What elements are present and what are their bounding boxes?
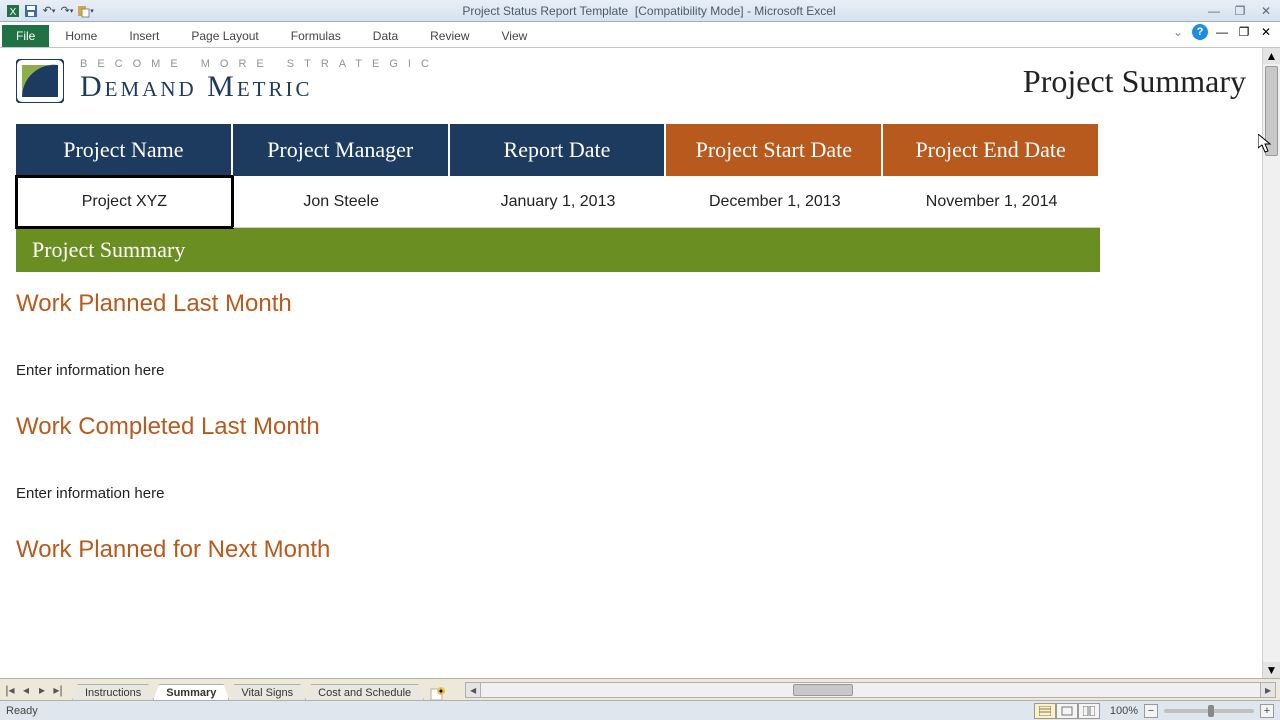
tab-nav-first[interactable]: |◂	[2, 682, 18, 698]
col-header-project-name: Project Name	[16, 124, 233, 176]
redo-icon[interactable]: ↷▾	[58, 2, 76, 20]
cell-start-date[interactable]: December 1, 2013	[666, 176, 883, 228]
tab-home[interactable]: Home	[49, 25, 113, 47]
tab-page-layout[interactable]: Page Layout	[175, 25, 274, 47]
zoom-knob[interactable]	[1208, 705, 1214, 717]
section-title-planned-next: Work Planned for Next Month	[16, 536, 1246, 564]
help-icon[interactable]: ?	[1192, 24, 1208, 40]
section-title-completed-last: Work Completed Last Month	[16, 413, 1246, 441]
sheet-tab-summary[interactable]: Summary	[153, 684, 229, 701]
tab-review[interactable]: Review	[414, 25, 485, 47]
hscroll-right-button[interactable]: ▸	[1260, 682, 1276, 698]
sheet-tab-bar: |◂ ◂ ▸ ▸| Instructions Summary Vital Sig…	[0, 678, 1280, 700]
col-header-report-date: Report Date	[450, 124, 667, 176]
tab-nav-last[interactable]: ▸|	[50, 682, 66, 698]
ribbon: File Home Insert Page Layout Formulas Da…	[0, 22, 1280, 48]
restore-button[interactable]: ❐	[1230, 3, 1250, 19]
titlebar: X ↶▾ ↷▾ ▾ Project Status Report Template…	[0, 0, 1280, 22]
zoom-in-button[interactable]: +	[1260, 704, 1274, 718]
col-header-end-date: Project End Date	[883, 124, 1100, 176]
section-bar-summary: Project Summary	[16, 228, 1100, 272]
view-normal-button[interactable]	[1034, 703, 1056, 719]
save-icon[interactable]	[22, 2, 40, 20]
cell-report-date[interactable]: January 1, 2013	[450, 176, 667, 228]
view-layout-button[interactable]	[1056, 703, 1078, 719]
paste-icon[interactable]: ▾	[76, 2, 94, 20]
tab-view[interactable]: View	[486, 25, 544, 47]
page-title: Project Summary	[1023, 63, 1246, 100]
tab-insert[interactable]: Insert	[113, 25, 175, 47]
cell-end-date[interactable]: November 1, 2014	[883, 176, 1100, 228]
cell-project-manager[interactable]: Jon Steele	[233, 176, 450, 228]
doc-close-button[interactable]: ✕	[1258, 24, 1274, 40]
sheet-tab-vital-signs[interactable]: Vital Signs	[228, 684, 306, 701]
brand-logo	[16, 59, 64, 103]
svg-text:X: X	[10, 7, 17, 18]
hscroll-track[interactable]	[481, 682, 1260, 698]
view-pagebreak-button[interactable]	[1078, 703, 1100, 719]
scroll-up-button[interactable]: ▲	[1263, 48, 1280, 64]
scroll-down-button[interactable]: ▼	[1263, 662, 1280, 678]
sheet-tab-instructions[interactable]: Instructions	[72, 684, 154, 701]
doc-minimize-button[interactable]: —	[1214, 24, 1230, 40]
zoom-level[interactable]: 100%	[1110, 705, 1138, 717]
hscroll-left-button[interactable]: ◂	[465, 682, 481, 698]
section-body-completed-last[interactable]: Enter information here	[16, 485, 1246, 502]
hscroll-thumb[interactable]	[793, 684, 853, 696]
zoom-out-button[interactable]: −	[1144, 704, 1158, 718]
tab-nav-prev[interactable]: ◂	[18, 682, 34, 698]
vertical-scrollbar[interactable]: ▲ ▼	[1262, 48, 1280, 678]
vscroll-track[interactable]	[1263, 64, 1280, 662]
close-button[interactable]: ✕	[1256, 3, 1276, 19]
zoom-slider[interactable]	[1164, 709, 1254, 713]
sheet-tab-cost-schedule[interactable]: Cost and Schedule	[305, 684, 424, 701]
tab-formulas[interactable]: Formulas	[275, 25, 357, 47]
statusbar: Ready 100% − +	[0, 700, 1280, 720]
excel-icon: X	[4, 2, 22, 20]
tab-data[interactable]: Data	[357, 25, 414, 47]
section-body-planned-last[interactable]: Enter information here	[16, 362, 1246, 379]
worksheet-viewport[interactable]: Become More Strategic Demand Metric Proj…	[0, 48, 1262, 678]
status-ready: Ready	[6, 705, 1034, 717]
col-header-start-date: Project Start Date	[666, 124, 883, 176]
col-header-project-manager: Project Manager	[233, 124, 450, 176]
project-info-table: Project Name Project XYZ Project Manager…	[16, 124, 1100, 228]
new-sheet-button[interactable]: ✦	[423, 687, 453, 701]
brand-tagline: Become More Strategic	[80, 58, 439, 70]
ribbon-collapse-icon[interactable]: ⌄	[1170, 24, 1186, 40]
file-tab[interactable]: File	[2, 25, 49, 47]
minimize-button[interactable]: —	[1204, 3, 1224, 19]
window-title: Project Status Report Template [Compatib…	[94, 4, 1204, 18]
section-title-planned-last: Work Planned Last Month	[16, 290, 1246, 318]
svg-text:✦: ✦	[438, 687, 445, 696]
tab-nav-next[interactable]: ▸	[34, 682, 50, 698]
cell-project-name[interactable]: Project XYZ	[16, 176, 233, 228]
vscroll-thumb[interactable]	[1265, 66, 1278, 156]
brand-name: Demand Metric	[80, 70, 439, 104]
doc-restore-button[interactable]: ❐	[1236, 24, 1252, 40]
undo-icon[interactable]: ↶▾	[40, 2, 58, 20]
